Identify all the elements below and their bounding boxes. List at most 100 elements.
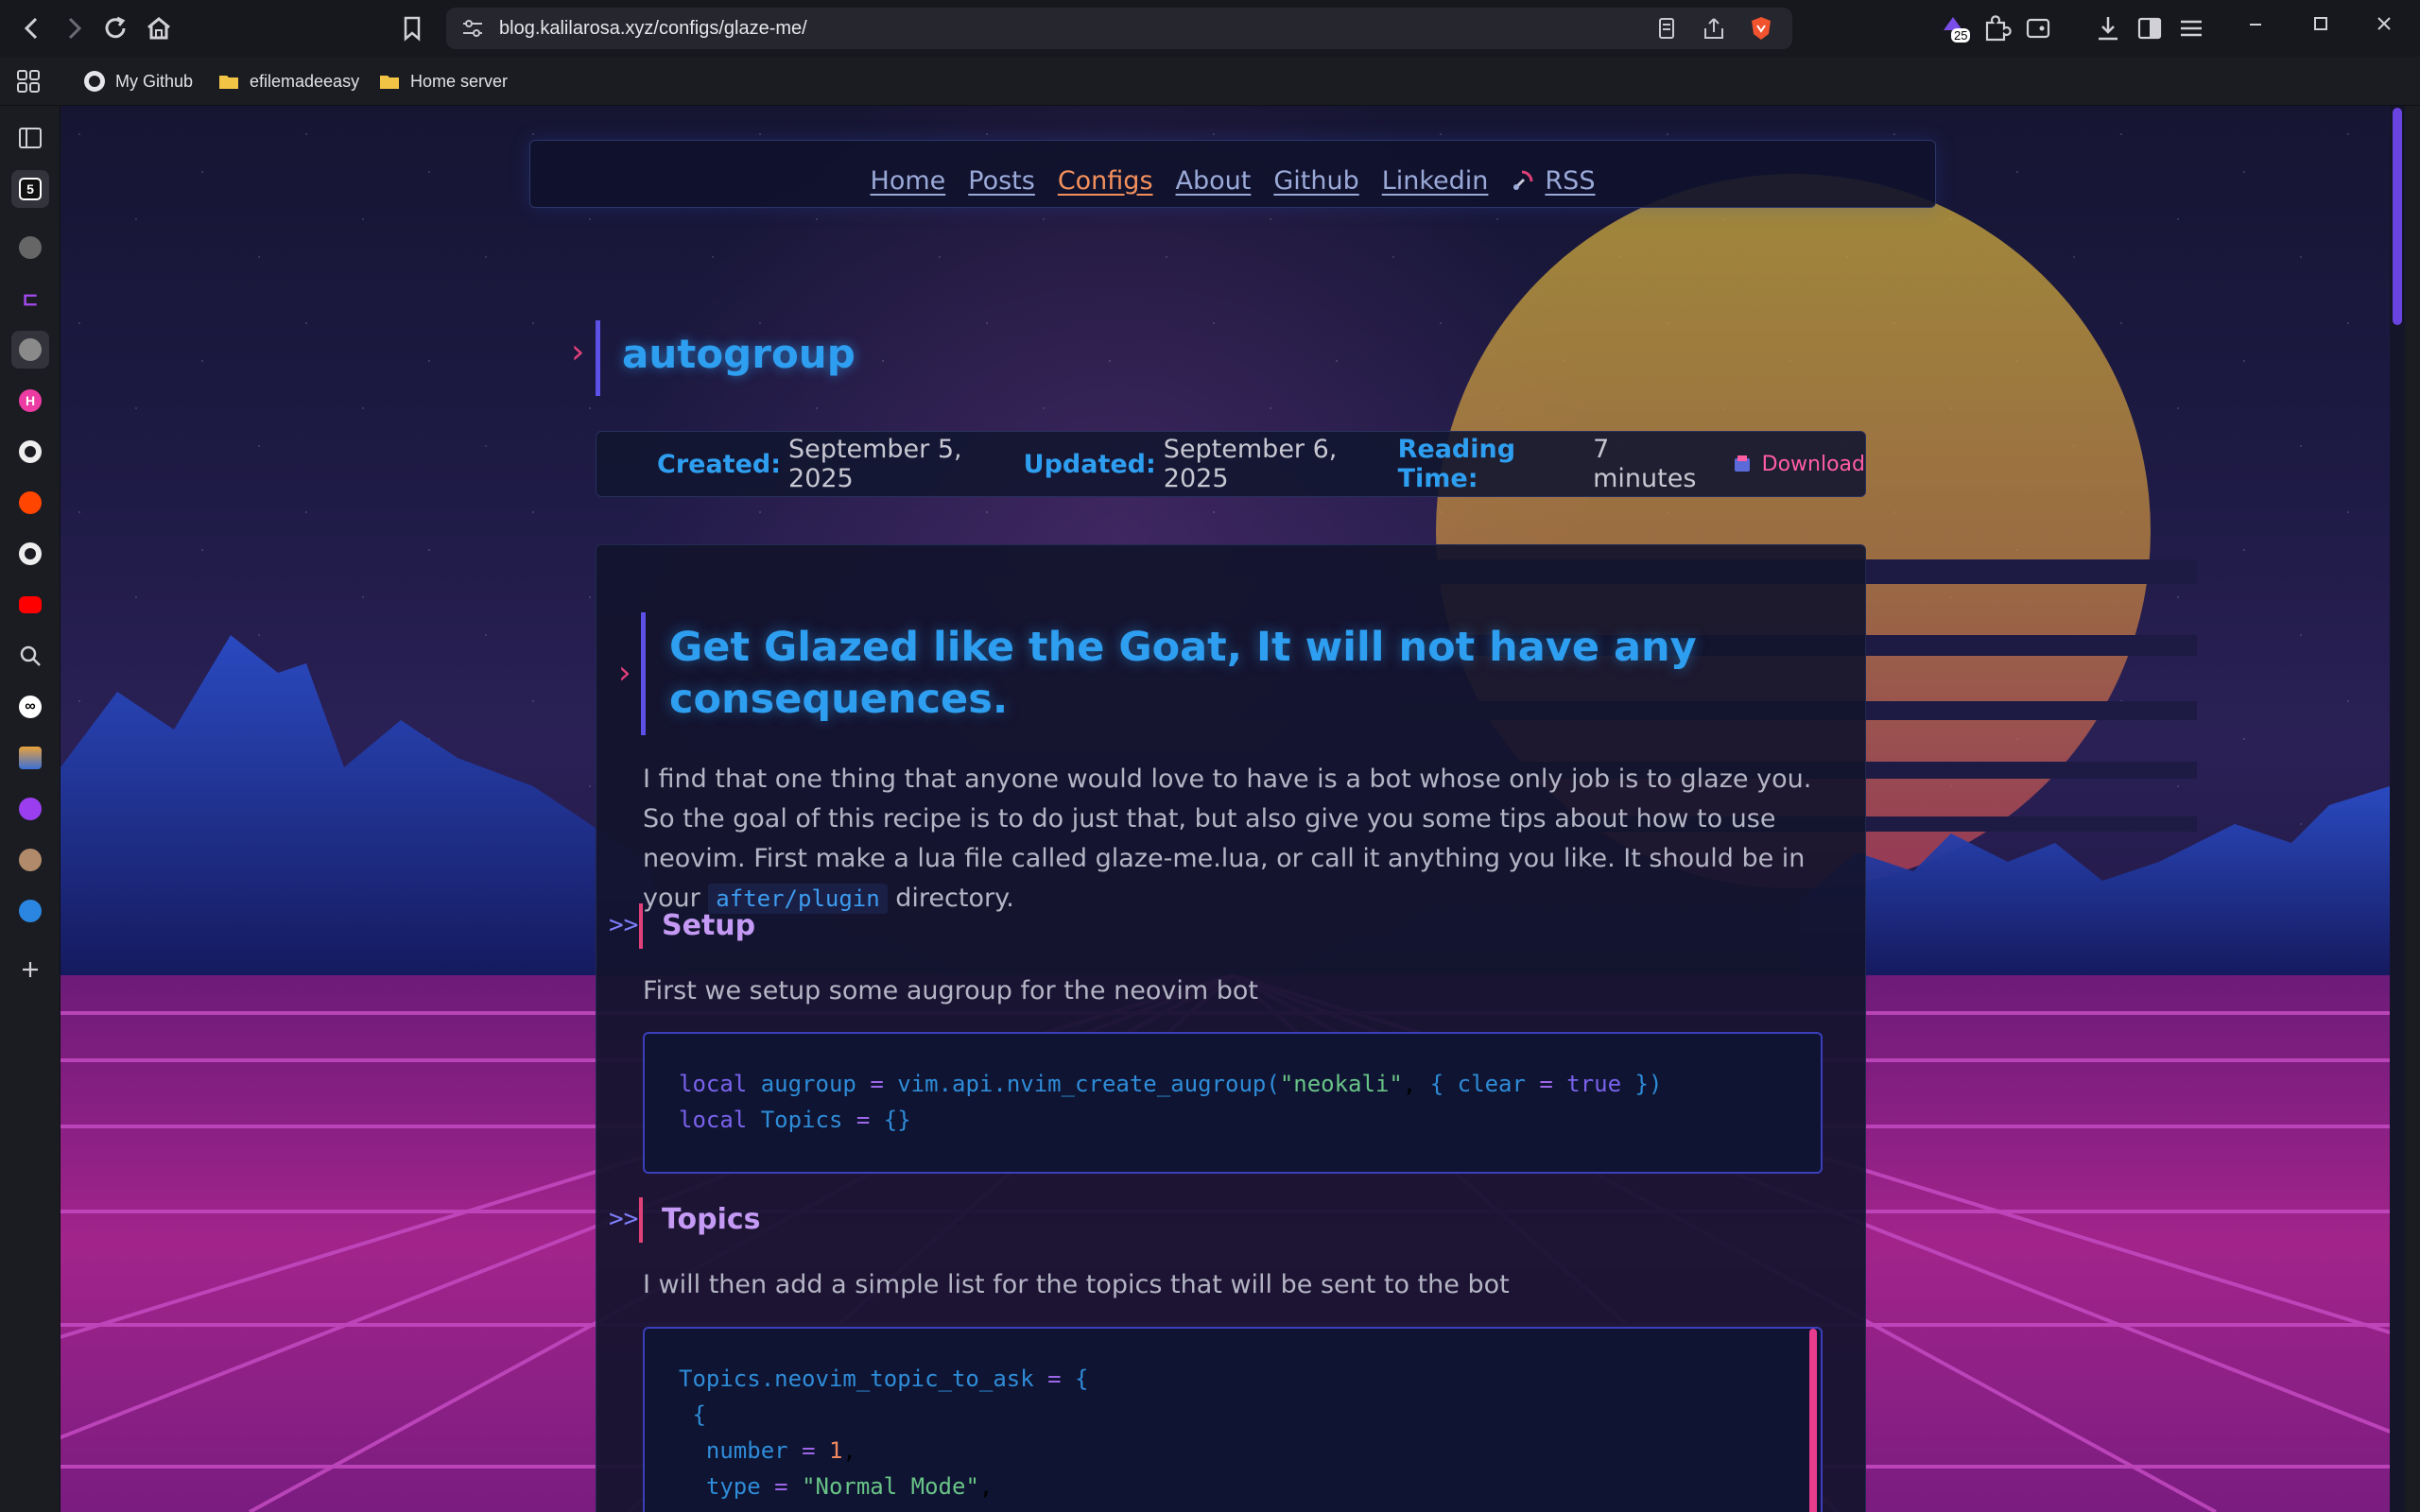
back-button[interactable]	[15, 11, 49, 45]
rss-satellite-icon	[1513, 170, 1533, 191]
wallet-button[interactable]	[2021, 11, 2055, 45]
code-line: local augroup = vim.api.nvim_create_augr…	[679, 1071, 1663, 1097]
sidebar-site-image[interactable]	[11, 739, 49, 777]
reload-icon	[105, 16, 126, 39]
extensions-button[interactable]	[1979, 11, 2014, 45]
github-icon	[19, 440, 42, 463]
sidebar-site-chat[interactable]: ⊏	[11, 280, 49, 318]
sidebar-site-avatar-2[interactable]	[11, 841, 49, 879]
sidebar-site-infinity[interactable]: ∞	[11, 688, 49, 726]
section-accent-bar	[639, 1197, 643, 1243]
sidebar-site-avatar[interactable]	[11, 229, 49, 266]
sidebar-site-github-2[interactable]	[11, 535, 49, 573]
post-meta-bar: Created: September 5, 2025 Updated: Sept…	[596, 431, 1866, 497]
nav-link-about[interactable]: About	[1176, 166, 1252, 196]
search-icon	[20, 645, 41, 666]
page-title: autogroup	[622, 331, 856, 377]
section-accent-bar	[639, 903, 643, 949]
globe-icon	[19, 338, 42, 361]
sidebar-toggle-button[interactable]	[2133, 11, 2167, 45]
minimize-button[interactable]	[2235, 8, 2276, 49]
sidebar-site-github[interactable]	[11, 433, 49, 471]
title-chevron-icon: ›	[571, 333, 585, 371]
meta-updated-label: Updated:	[1023, 449, 1156, 479]
nav-link-home[interactable]: Home	[871, 166, 946, 196]
code-line: number = 1,	[705, 1437, 856, 1464]
forward-icon	[68, 17, 82, 40]
apps-button[interactable]	[15, 68, 42, 94]
pill-icon	[19, 798, 42, 820]
nav-link-linkedin[interactable]: Linkedin	[1382, 166, 1489, 196]
5-icon: 5	[19, 178, 42, 200]
github-icon	[19, 542, 42, 565]
bookmark-page-button[interactable]	[395, 11, 429, 45]
sidebar-site-h[interactable]: H	[11, 382, 49, 420]
meta-created-label: Created:	[657, 449, 782, 479]
section-heading-topics: Topics	[662, 1203, 761, 1236]
code-line: local Topics = {}	[679, 1107, 911, 1133]
bookmark-home-server[interactable]: Home server	[378, 64, 508, 98]
sidebar-site-globe[interactable]	[11, 331, 49, 369]
address-bar[interactable]: blog.kalilarosa.xyz/configs/glaze-me/	[446, 8, 1792, 49]
extension-rewards-button[interactable]: 25	[1938, 11, 1972, 45]
share-button[interactable]	[1700, 15, 1728, 42]
site-info-button[interactable]	[459, 15, 486, 42]
avatar-icon	[19, 849, 42, 871]
sidebar-site-search[interactable]	[11, 637, 49, 675]
reload-button[interactable]	[98, 11, 132, 45]
youtube-icon	[19, 596, 42, 613]
code-line: {	[692, 1401, 706, 1428]
bookmark-label: efilemadeeasy	[250, 71, 360, 91]
page-scrollbar[interactable]	[2390, 106, 2405, 1512]
sidebar-add-button[interactable]	[11, 951, 49, 988]
close-window-button[interactable]	[2363, 8, 2405, 49]
extension-badge: 25	[1951, 28, 1971, 43]
nav-link-posts[interactable]: Posts	[968, 166, 1035, 196]
home-button[interactable]	[142, 11, 176, 45]
reader-mode-button[interactable]	[1652, 15, 1681, 42]
h-icon: H	[19, 389, 42, 412]
code-block-topics[interactable]: Topics.neovim_topic_to_ask = { { number …	[643, 1327, 1823, 1512]
bookmark-my-github[interactable]: My Github	[83, 64, 193, 98]
code-block-scrollbar[interactable]	[1809, 1329, 1817, 1512]
browser-titlebar: blog.kalilarosa.xyz/configs/glaze-me/ 25	[0, 0, 2420, 57]
home-icon	[147, 17, 170, 40]
downloads-button[interactable]	[2091, 11, 2125, 45]
minimize-icon	[2250, 24, 2261, 26]
page-scrollbar-thumb[interactable]	[2393, 108, 2402, 325]
library-icon	[19, 128, 42, 148]
section-heading-setup: Setup	[662, 909, 756, 942]
tune-icon	[463, 20, 482, 37]
infinity-icon: ∞	[19, 696, 42, 718]
meta-updated: Updated: September 6, 2025	[1024, 435, 1375, 493]
section-text-setup: First we setup some augroup for the neov…	[643, 976, 1258, 1005]
brave-lion-icon	[1752, 17, 1771, 40]
sidebar-site-reddit[interactable]	[11, 484, 49, 522]
menu-button[interactable]	[2174, 11, 2208, 45]
sidebar-site-pill[interactable]	[11, 790, 49, 828]
maximize-button[interactable]	[2299, 8, 2341, 49]
sidebar-site-5[interactable]: 5	[11, 170, 49, 208]
brave-shields-button[interactable]	[1747, 15, 1775, 42]
section-chevron-icon: >>	[609, 1205, 639, 1233]
bookmark-efilemadeeasy[interactable]: efilemadeeasy	[217, 64, 359, 98]
nav-link-github[interactable]: Github	[1273, 166, 1358, 196]
nav-link-rss[interactable]: RSS	[1545, 166, 1595, 196]
meta-created: Created: September 5, 2025	[657, 435, 1001, 493]
sidebar-site-spiral[interactable]	[11, 892, 49, 930]
bookmarks-bar: My Github efilemadeeasy Home server	[0, 57, 2420, 106]
nav-link-configs[interactable]: Configs	[1058, 166, 1153, 196]
code-block-setup[interactable]: local augroup = vim.api.nvim_create_augr…	[643, 1032, 1823, 1174]
github-icon	[84, 71, 105, 92]
sidebar-library[interactable]	[11, 119, 49, 157]
back-icon	[24, 17, 38, 40]
forward-button[interactable]	[57, 11, 91, 45]
reddit-icon	[19, 491, 42, 514]
meta-reading-time: Reading Time: 7 minutes	[1398, 435, 1709, 493]
plus-icon	[23, 962, 38, 977]
download-link[interactable]: Download	[1732, 453, 1865, 476]
meta-updated-value: September 6, 2025	[1163, 435, 1338, 493]
puzzle-icon	[1985, 15, 2012, 42]
sidebar-site-youtube[interactable]	[11, 586, 49, 624]
apps-grid-icon	[17, 70, 40, 93]
